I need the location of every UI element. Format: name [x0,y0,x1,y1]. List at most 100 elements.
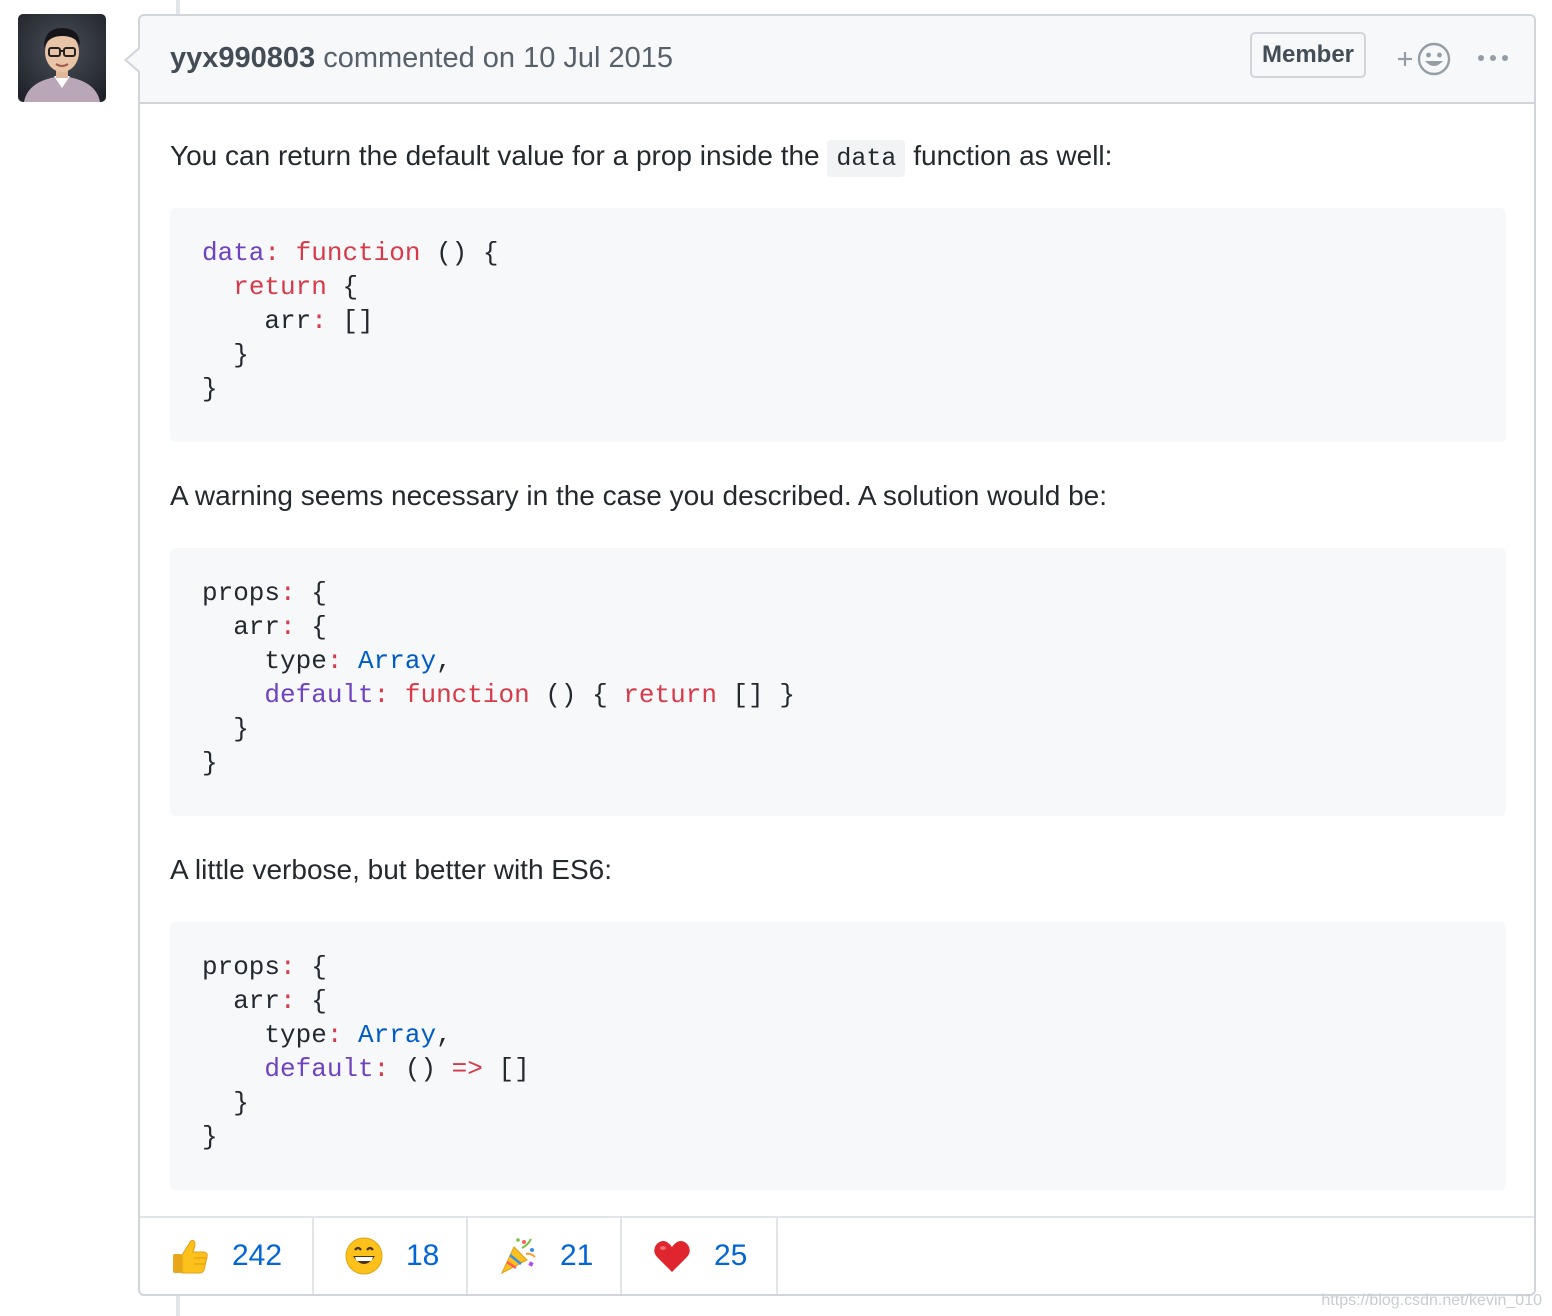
paragraph-1-text-before: You can return the default value for a p… [170,140,828,171]
code-line: data: function () { [202,236,1474,270]
code-line: arr: { [202,984,1474,1018]
paragraph-2: A warning seems necessary in the case yo… [170,480,1107,511]
code-token: type [202,646,327,676]
code-token: () { [529,680,624,710]
more-options-button[interactable] [1476,46,1510,70]
member-badge: Member [1250,32,1366,78]
smiley-plus-icon [1396,42,1456,82]
add-reaction-button[interactable] [1396,40,1456,78]
code-token: Array [358,646,437,676]
code-token: : [326,1020,343,1050]
code-token: default [264,1054,374,1084]
code-line: default: () => [] [202,1052,1474,1086]
code-line: arr: [] [202,304,1474,338]
code-token: default [264,680,374,710]
code-token: { [295,952,327,982]
code-token: [] } [716,680,795,710]
code-token: () [389,1054,452,1084]
hooray-icon [498,1236,538,1276]
reaction-laugh[interactable]: 18 [314,1218,468,1294]
code-token: { [295,986,327,1016]
code-token: : [280,612,296,642]
thumbs-up-icon [170,1236,210,1276]
code-line: default: function () { return [] } [202,678,1474,712]
reaction-count: 25 [714,1239,748,1272]
code-line: return { [202,270,1474,304]
code-line: } [202,712,1474,746]
code-token: : [280,986,296,1016]
code-token: } [202,340,249,370]
code-line: props: { [202,950,1474,984]
code-line: } [202,1086,1474,1120]
code-token: props [202,952,281,982]
code-token: () { [420,238,499,268]
comment-timestamp[interactable]: commented on 10 Jul 2015 [323,42,673,74]
code-token: [] [326,306,374,336]
paragraph-1: You can return the default value for a p… [170,140,1113,177]
reaction-hooray[interactable]: 21 [468,1218,622,1294]
inline-code-data: data [827,140,906,177]
reactions-bar: 242 18 21 25 [140,1216,1534,1294]
code-token: Array [358,1020,437,1050]
code-line: } [202,372,1474,406]
code-line: arr: { [202,610,1474,644]
paragraph-3: A little verbose, but better with ES6: [170,854,613,885]
code-token: } [202,748,218,778]
code-token: : [373,1054,390,1084]
code-line: type: Array, [202,644,1474,678]
code-token: , [436,646,452,676]
code-line: } [202,746,1474,780]
code-token: => [451,1054,483,1084]
heart-icon [652,1236,692,1276]
reaction-thumbs-up[interactable]: 242 [140,1218,314,1294]
kebab-horizontal-icon [1476,55,1510,74]
comment-header: yyx990803 commented on 10 Jul 2015 Membe… [140,16,1534,104]
code-block-3: props: { arr: { type: Array, default: ()… [170,922,1506,1190]
reaction-count: 242 [232,1239,283,1272]
code-token: arr [202,986,281,1016]
code-token: } [202,714,249,744]
paragraph-1-text-after: function as well: [905,140,1113,171]
code-line: } [202,338,1474,372]
code-token: : [311,306,327,336]
code-token: : [264,238,281,268]
code-token: : [373,680,390,710]
code-token: return [233,272,327,302]
code-line: } [202,1120,1474,1154]
code-line: type: Array, [202,1018,1474,1052]
code-token: arr [202,612,281,642]
reaction-count: 21 [560,1239,594,1272]
code-token: } [202,374,218,404]
code-token: : [326,646,343,676]
code-token: props [202,578,281,608]
code-token: [] [482,1054,530,1084]
code-token: type [202,1020,327,1050]
code-token: : [280,578,296,608]
code-token: : [280,952,296,982]
code-block-2: props: { arr: { type: Array, default: fu… [170,548,1506,816]
code-token: function [404,680,530,710]
author-link[interactable]: yyx990803 [170,42,315,74]
code-token: { [295,612,327,642]
code-token: { [295,578,327,608]
comment-box: yyx990803 commented on 10 Jul 2015 Membe… [124,14,1536,1296]
avatar[interactable] [18,14,106,102]
code-line: props: { [202,576,1474,610]
code-token: data [202,238,265,268]
reaction-count: 18 [406,1239,440,1272]
code-token: } [202,1088,249,1118]
code-block-1: data: function () { return { arr: [] }} [170,208,1506,442]
code-token: function [295,238,421,268]
code-token: arr [202,306,312,336]
reaction-heart[interactable]: 25 [622,1218,778,1294]
code-token: { [326,272,359,302]
code-token: , [436,1020,452,1050]
comment-heading: yyx990803 commented on 10 Jul 2015 [170,42,673,75]
watermark: https://blog.csdn.net/kevin_010 [1321,1292,1542,1309]
